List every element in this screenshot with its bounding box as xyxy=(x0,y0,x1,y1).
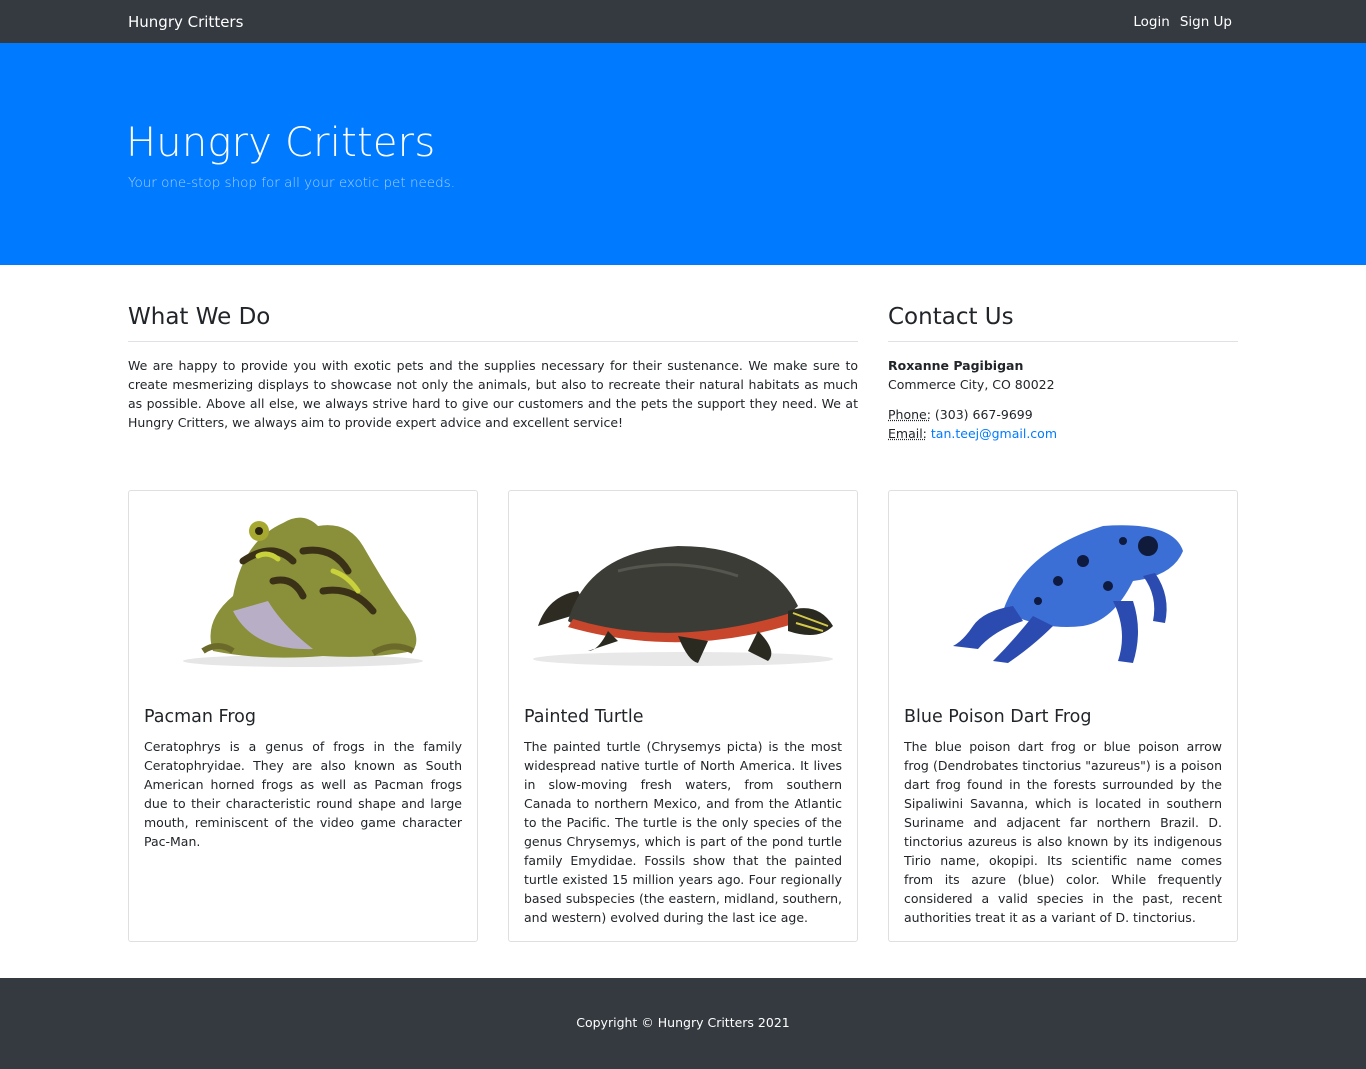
contact-divider xyxy=(888,341,1238,342)
copyright-text: Copyright © Hungry Critters 2021 xyxy=(576,1015,790,1030)
painted-turtle-image xyxy=(509,491,857,681)
navbar-brand-link[interactable]: Hungry Critters xyxy=(128,12,243,32)
contact-email-row: Email: tan.teej@gmail.com xyxy=(888,424,1238,443)
blue-poison-dart-frog-image xyxy=(889,491,1237,681)
signup-link[interactable]: Sign Up xyxy=(1180,12,1232,32)
card-text: The painted turtle (Chrysemys picta) is … xyxy=(524,739,842,925)
card-painted-turtle: Painted Turtle The painted turtle (Chrys… xyxy=(508,490,858,942)
contact-address: Roxanne Pagibigan Commerce City, CO 8002… xyxy=(888,356,1238,443)
phone-number: (303) 667-9699 xyxy=(934,407,1033,422)
hero-jumbotron: Hungry Critters Your one-stop shop for a… xyxy=(0,43,1366,265)
contact-heading: Contact Us xyxy=(888,304,1014,330)
card-text: The blue poison dart frog or blue poison… xyxy=(904,739,1222,925)
contact-name: Roxanne Pagibigan xyxy=(888,358,1024,373)
top-navbar: Hungry Critters Login Sign Up xyxy=(0,0,1366,43)
about-text: We are happy to provide you with exotic … xyxy=(128,358,858,430)
login-link[interactable]: Login xyxy=(1133,12,1169,32)
card-blue-poison-dart-frog: Blue Poison Dart Frog The blue poison da… xyxy=(888,490,1238,942)
email-link[interactable]: tan.teej@gmail.com xyxy=(931,426,1057,441)
pacman-frog-image xyxy=(129,491,477,681)
about-divider xyxy=(128,341,858,342)
contact-phone-row: Phone: (303) 667-9699 xyxy=(888,405,1238,424)
page-footer: Copyright © Hungry Critters 2021 xyxy=(0,978,1366,1069)
card-text: Ceratophrys is a genus of frogs in the f… xyxy=(144,739,462,849)
hero-title: Hungry Critters xyxy=(126,120,436,166)
card-pacman-frog: Pacman Frog Ceratophrys is a genus of fr… xyxy=(128,490,478,942)
hero-subtitle: Your one-stop shop for all your exotic p… xyxy=(128,175,456,191)
card-title: Painted Turtle xyxy=(524,707,644,727)
card-title: Blue Poison Dart Frog xyxy=(904,707,1092,727)
phone-label: Phone: xyxy=(888,407,931,422)
navbar-links: Login Sign Up xyxy=(1133,12,1232,32)
about-heading: What We Do xyxy=(128,304,271,330)
email-label: Email: xyxy=(888,426,927,441)
card-title: Pacman Frog xyxy=(144,707,256,727)
contact-location: Commerce City, CO 80022 xyxy=(888,377,1055,392)
